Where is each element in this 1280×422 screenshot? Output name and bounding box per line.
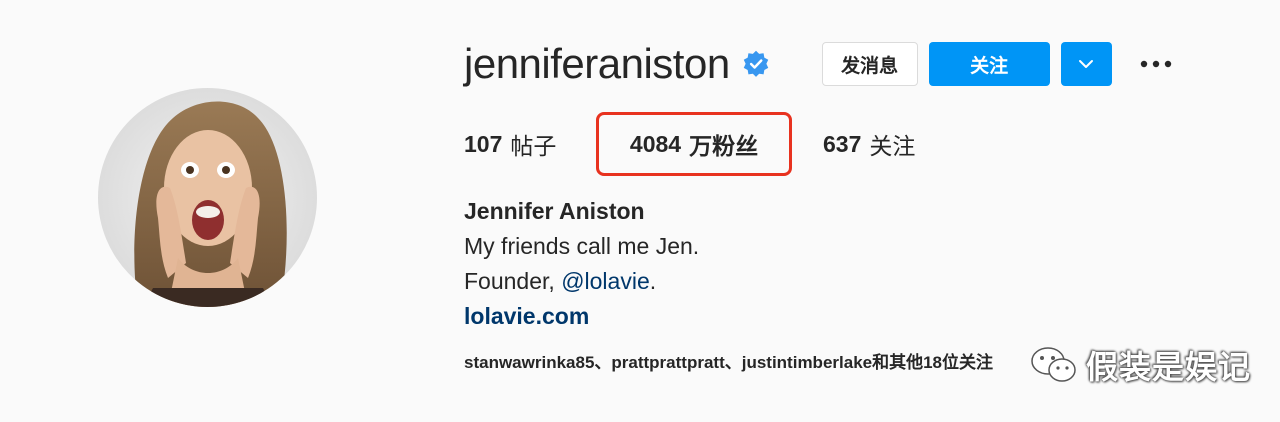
username: jenniferaniston	[464, 40, 730, 87]
follow-button[interactable]: 关注	[928, 42, 1050, 86]
chevron-down-icon	[1079, 60, 1094, 68]
verified-badge-icon	[742, 50, 770, 78]
profile-stats: 107 帖子 4084 万粉丝 637 关注	[464, 112, 1164, 176]
website-link[interactable]: lolavie.com	[464, 299, 699, 334]
wechat-icon	[1031, 347, 1076, 382]
watermark-text: 假装是娱记	[1086, 349, 1252, 385]
posts-label: 帖子	[510, 133, 557, 159]
followed-by-suffix: 关注	[959, 353, 994, 372]
profile-header: jenniferaniston 发消息 关注	[464, 36, 1264, 92]
profile-avatar[interactable]	[98, 88, 317, 307]
followers-value: 4084	[629, 130, 682, 157]
message-button[interactable]: 发消息	[821, 42, 918, 86]
posts-count[interactable]: 107 帖子	[464, 112, 556, 176]
bio-period: .	[649, 268, 657, 294]
following-value: 637	[823, 130, 862, 157]
more-dots-icon	[1140, 60, 1171, 68]
suggestions-dropdown-button[interactable]	[1060, 42, 1112, 86]
more-options-button[interactable]	[1136, 42, 1176, 86]
profile-info: jenniferaniston 发消息 关注 107 帖子 4084 万粉丝 6…	[464, 36, 1264, 372]
watermark: 假装是娱记	[1030, 343, 1251, 387]
followers-label: 万粉丝	[689, 133, 759, 159]
posts-value: 107	[464, 130, 503, 157]
bio-mention-link[interactable]: @lolavie	[561, 268, 650, 294]
full-name: Jennifer Aniston	[464, 198, 645, 224]
profile-bio: Jennifer Aniston My friends call me Jen.…	[464, 194, 699, 334]
avatar-photo-icon	[98, 88, 317, 307]
following-label: 关注	[869, 133, 916, 159]
bio-founder-text: Founder,	[464, 268, 562, 294]
followers-count[interactable]: 4084 万粉丝	[596, 112, 792, 176]
followed-by-text[interactable]: stanwawrinka85、prattprattpratt、justintim…	[464, 348, 993, 373]
bio-line-2: Founder, @lolavie.	[464, 264, 699, 299]
profile-page: jenniferaniston 发消息 关注 107 帖子 4084 万粉丝 6…	[0, 0, 1280, 422]
following-count[interactable]: 637 关注	[823, 112, 915, 176]
bio-line-1: My friends call me Jen.	[464, 233, 700, 259]
followed-by-names: stanwawrinka85、prattprattpratt、justintim…	[464, 353, 960, 372]
